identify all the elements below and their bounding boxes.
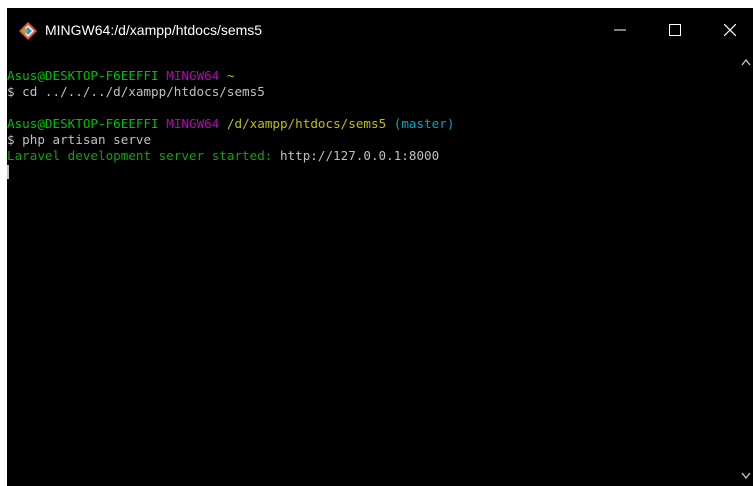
prompt-line-2: Asus@DESKTOP-F6EEFFI MINGW64 /d/xampp/ht… xyxy=(7,116,739,132)
maximize-icon xyxy=(669,24,681,36)
git-bash-icon[interactable] xyxy=(19,22,37,40)
terminal-window: MINGW64:/d/xampp/htdocs/sems5 Asus@DESKT… xyxy=(7,8,753,486)
scroll-up-arrow-icon[interactable] xyxy=(741,58,751,66)
close-icon xyxy=(724,24,736,36)
command-line-2: $ php artisan serve xyxy=(7,132,152,147)
prompt-path: ~ xyxy=(226,68,235,83)
prompt-system: MINGW64 xyxy=(166,68,220,83)
server-message: Laravel development server started: xyxy=(7,148,273,163)
command-line-1: $ cd ../../../d/xampp/htdocs/sems5 xyxy=(7,84,265,99)
prompt-path: /d/xampp/htdocs/sems5 xyxy=(226,116,387,131)
prompt-user-host: Asus@DESKTOP-F6EEFFI xyxy=(7,68,159,83)
terminal-output[interactable]: Asus@DESKTOP-F6EEFFI MINGW64 ~ $ cd ../.… xyxy=(7,52,739,486)
server-output-line: Laravel development server started: http… xyxy=(7,148,739,164)
minimize-icon xyxy=(614,29,626,31)
prompt-system: MINGW64 xyxy=(166,116,220,131)
maximize-button[interactable] xyxy=(652,8,698,52)
title-bar[interactable]: MINGW64:/d/xampp/htdocs/sems5 xyxy=(7,8,753,52)
prompt-user-host: Asus@DESKTOP-F6EEFFI xyxy=(7,116,159,131)
cursor-line xyxy=(7,164,739,180)
close-button[interactable] xyxy=(707,8,753,52)
minimize-button[interactable] xyxy=(597,8,643,52)
scroll-down-arrow-icon[interactable] xyxy=(741,472,751,480)
vertical-scrollbar[interactable] xyxy=(739,52,753,486)
prompt-branch: (master) xyxy=(393,116,455,131)
prompt-line-1: Asus@DESKTOP-F6EEFFI MINGW64 ~ xyxy=(7,68,739,84)
window-title: MINGW64:/d/xampp/htdocs/sems5 xyxy=(45,22,263,38)
text-cursor xyxy=(7,165,9,179)
server-url[interactable]: http://127.0.0.1:8000 xyxy=(280,148,439,163)
